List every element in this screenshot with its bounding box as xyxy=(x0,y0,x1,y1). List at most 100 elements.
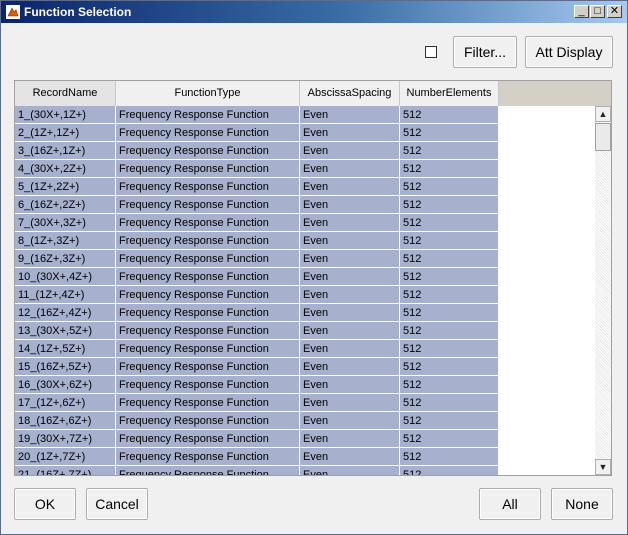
att-display-button[interactable]: Att Display xyxy=(525,36,613,68)
cell-abscissaspacing[interactable]: Even xyxy=(300,178,400,196)
cell-abscissaspacing[interactable]: Even xyxy=(300,376,400,394)
cell-abscissaspacing[interactable]: Even xyxy=(300,160,400,178)
table-row[interactable]: 18_(16Z+,6Z+) Frequency Response Function… xyxy=(15,412,499,430)
cell-functiontype[interactable]: Frequency Response Function xyxy=(116,142,300,160)
cell-recordname[interactable]: 8_(1Z+,3Z+) xyxy=(15,232,116,250)
table-row[interactable]: 2_(1Z+,1Z+) Frequency Response Function Ev… xyxy=(15,124,499,142)
cell-functiontype[interactable]: Frequency Response Function xyxy=(116,286,300,304)
vertical-scrollbar[interactable]: ▲ ▼ xyxy=(595,106,611,475)
cell-functiontype[interactable]: Frequency Response Function xyxy=(116,394,300,412)
cell-functiontype[interactable]: Frequency Response Function xyxy=(116,448,300,466)
cell-abscissaspacing[interactable]: Even xyxy=(300,286,400,304)
cell-abscissaspacing[interactable]: Even xyxy=(300,268,400,286)
cell-functiontype[interactable]: Frequency Response Function xyxy=(116,214,300,232)
cell-abscissaspacing[interactable]: Even xyxy=(300,340,400,358)
table-row[interactable]: 20_(1Z+,7Z+) Frequency Response Function E… xyxy=(15,448,499,466)
filter-checkbox[interactable] xyxy=(425,46,437,58)
table-row[interactable]: 14_(1Z+,5Z+) Frequency Response Function E… xyxy=(15,340,499,358)
cell-recordname[interactable]: 21_(16Z+,7Z+) xyxy=(15,466,116,475)
table-row[interactable]: 4_(30X+,2Z+) Frequency Response Function E… xyxy=(15,160,499,178)
column-header-recordname[interactable]: RecordName xyxy=(15,81,116,106)
cell-recordname[interactable]: 13_(30X+,5Z+) xyxy=(15,322,116,340)
cell-functiontype[interactable]: Frequency Response Function xyxy=(116,268,300,286)
cell-functiontype[interactable]: Frequency Response Function xyxy=(116,250,300,268)
cell-numberelements[interactable]: 512 xyxy=(400,232,499,250)
table-row[interactable]: 8_(1Z+,3Z+) Frequency Response Function Ev… xyxy=(15,232,499,250)
column-header-abscissaspacing[interactable]: AbscissaSpacing xyxy=(300,81,400,106)
cell-functiontype[interactable]: Frequency Response Function xyxy=(116,376,300,394)
table-row[interactable]: 16_(30X+,6Z+) Frequency Response Function… xyxy=(15,376,499,394)
table-row[interactable]: 13_(30X+,5Z+) Frequency Response Function… xyxy=(15,322,499,340)
cell-abscissaspacing[interactable]: Even xyxy=(300,214,400,232)
cell-recordname[interactable]: 12_(16Z+,4Z+) xyxy=(15,304,116,322)
cell-numberelements[interactable]: 512 xyxy=(400,178,499,196)
ok-button[interactable]: OK xyxy=(14,488,76,520)
maximize-button[interactable]: □ xyxy=(590,5,605,18)
cell-recordname[interactable]: 7_(30X+,3Z+) xyxy=(15,214,116,232)
cell-functiontype[interactable]: Frequency Response Function xyxy=(116,178,300,196)
table-row[interactable]: 5_(1Z+,2Z+) Frequency Response Function Ev… xyxy=(15,178,499,196)
cell-abscissaspacing[interactable]: Even xyxy=(300,124,400,142)
scrollbar-thumb[interactable] xyxy=(595,123,611,151)
table-row[interactable]: 1_(30X+,1Z+) Frequency Response Function E… xyxy=(15,106,499,124)
cell-abscissaspacing[interactable]: Even xyxy=(300,394,400,412)
cancel-button[interactable]: Cancel xyxy=(86,488,148,520)
cell-functiontype[interactable]: Frequency Response Function xyxy=(116,124,300,142)
cell-numberelements[interactable]: 512 xyxy=(400,142,499,160)
table-row[interactable]: 19_(30X+,7Z+) Frequency Response Function… xyxy=(15,430,499,448)
column-header-numberelements[interactable]: NumberElements xyxy=(400,81,499,106)
table-row[interactable]: 3_(16Z+,1Z+) Frequency Response Function E… xyxy=(15,142,499,160)
table-row[interactable]: 11_(1Z+,4Z+) Frequency Response Function E… xyxy=(15,286,499,304)
cell-numberelements[interactable]: 512 xyxy=(400,214,499,232)
cell-numberelements[interactable]: 512 xyxy=(400,304,499,322)
cell-functiontype[interactable]: Frequency Response Function xyxy=(116,322,300,340)
cell-functiontype[interactable]: Frequency Response Function xyxy=(116,430,300,448)
filter-button[interactable]: Filter... xyxy=(453,36,517,68)
cell-functiontype[interactable]: Frequency Response Function xyxy=(116,358,300,376)
cell-abscissaspacing[interactable]: Even xyxy=(300,250,400,268)
cell-numberelements[interactable]: 512 xyxy=(400,358,499,376)
cell-abscissaspacing[interactable]: Even xyxy=(300,106,400,124)
cell-recordname[interactable]: 11_(1Z+,4Z+) xyxy=(15,286,116,304)
cell-functiontype[interactable]: Frequency Response Function xyxy=(116,304,300,322)
table-row[interactable]: 15_(16Z+,5Z+) Frequency Response Function… xyxy=(15,358,499,376)
cell-recordname[interactable]: 3_(16Z+,1Z+) xyxy=(15,142,116,160)
cell-numberelements[interactable]: 512 xyxy=(400,268,499,286)
none-button[interactable]: None xyxy=(551,488,613,520)
close-button[interactable]: ✕ xyxy=(607,5,622,18)
cell-numberelements[interactable]: 512 xyxy=(400,286,499,304)
cell-numberelements[interactable]: 512 xyxy=(400,196,499,214)
cell-recordname[interactable]: 18_(16Z+,6Z+) xyxy=(15,412,116,430)
cell-recordname[interactable]: 20_(1Z+,7Z+) xyxy=(15,448,116,466)
cell-functiontype[interactable]: Frequency Response Function xyxy=(116,466,300,475)
cell-abscissaspacing[interactable]: Even xyxy=(300,142,400,160)
cell-numberelements[interactable]: 512 xyxy=(400,322,499,340)
title-bar[interactable]: Function Selection _ □ ✕ xyxy=(1,1,627,23)
cell-recordname[interactable]: 4_(30X+,2Z+) xyxy=(15,160,116,178)
cell-numberelements[interactable]: 512 xyxy=(400,430,499,448)
table-row[interactable]: 7_(30X+,3Z+) Frequency Response Function E… xyxy=(15,214,499,232)
cell-abscissaspacing[interactable]: Even xyxy=(300,232,400,250)
cell-numberelements[interactable]: 512 xyxy=(400,376,499,394)
cell-numberelements[interactable]: 512 xyxy=(400,106,499,124)
cell-recordname[interactable]: 19_(30X+,7Z+) xyxy=(15,430,116,448)
table-row[interactable]: 21_(16Z+,7Z+) Frequency Response Function… xyxy=(15,466,499,475)
cell-abscissaspacing[interactable]: Even xyxy=(300,322,400,340)
table-row[interactable]: 6_(16Z+,2Z+) Frequency Response Function E… xyxy=(15,196,499,214)
table-row[interactable]: 10_(30X+,4Z+) Frequency Response Function… xyxy=(15,268,499,286)
cell-abscissaspacing[interactable]: Even xyxy=(300,448,400,466)
column-header-functiontype[interactable]: FunctionType xyxy=(116,81,300,106)
cell-numberelements[interactable]: 512 xyxy=(400,412,499,430)
cell-recordname[interactable]: 1_(30X+,1Z+) xyxy=(15,106,116,124)
cell-numberelements[interactable]: 512 xyxy=(400,466,499,475)
cell-functiontype[interactable]: Frequency Response Function xyxy=(116,106,300,124)
cell-numberelements[interactable]: 512 xyxy=(400,124,499,142)
cell-functiontype[interactable]: Frequency Response Function xyxy=(116,160,300,178)
cell-recordname[interactable]: 2_(1Z+,1Z+) xyxy=(15,124,116,142)
all-button[interactable]: All xyxy=(479,488,541,520)
cell-recordname[interactable]: 9_(16Z+,3Z+) xyxy=(15,250,116,268)
cell-recordname[interactable]: 17_(1Z+,6Z+) xyxy=(15,394,116,412)
cell-numberelements[interactable]: 512 xyxy=(400,394,499,412)
minimize-button[interactable]: _ xyxy=(574,5,589,18)
cell-functiontype[interactable]: Frequency Response Function xyxy=(116,340,300,358)
